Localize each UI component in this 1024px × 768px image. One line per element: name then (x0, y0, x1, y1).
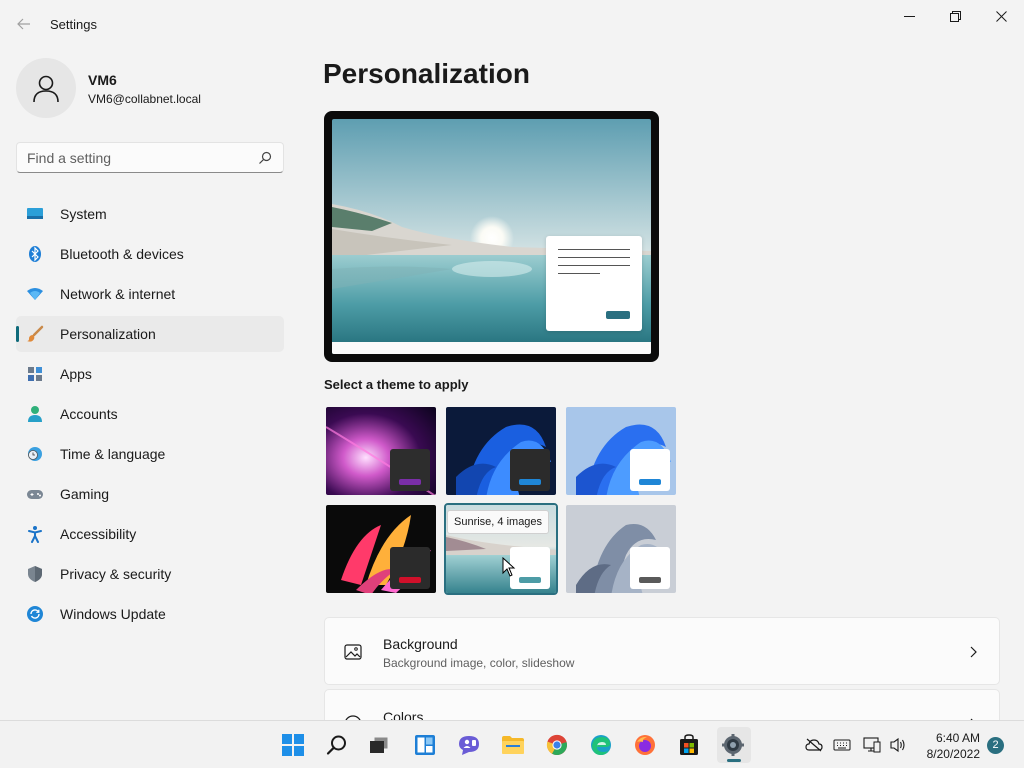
sidebar-item-time-language[interactable]: Time & language (16, 436, 284, 472)
store-button[interactable] (677, 733, 701, 757)
app-title: Settings (50, 17, 97, 32)
accounts-icon (26, 405, 44, 423)
sidebar-item-privacy[interactable]: Privacy & security (16, 556, 284, 592)
user-icon (33, 75, 59, 103)
windows-logo-icon (282, 734, 304, 756)
task-view-button[interactable] (367, 733, 391, 757)
folder-icon (502, 736, 524, 754)
widgets-icon (415, 735, 435, 755)
title-bar: Settings (0, 0, 1024, 48)
chat-icon (459, 736, 479, 755)
card-title: Background (383, 636, 458, 652)
avatar[interactable] (16, 58, 76, 118)
gamepad-icon (26, 485, 44, 503)
taskbar-search-button[interactable] (325, 733, 349, 757)
gear-icon (722, 734, 744, 756)
user-name: VM6 (88, 72, 117, 88)
theme-preview (324, 111, 659, 362)
search-input[interactable] (27, 149, 247, 167)
card-subtitle: Background image, color, slideshow (383, 656, 575, 670)
image-icon (344, 644, 362, 660)
user-email: VM6@collabnet.local (88, 92, 201, 106)
search-icon[interactable] (257, 150, 273, 166)
sidebar-item-label: Time & language (60, 446, 166, 462)
sidebar-item-label: Accessibility (60, 526, 137, 542)
start-button[interactable] (281, 733, 305, 757)
volume-icon[interactable] (888, 735, 908, 755)
taskbar: 6:40 AM 8/20/2022 2 (0, 720, 1024, 768)
firefox-button[interactable] (633, 733, 657, 757)
restore-button[interactable] (932, 0, 978, 32)
sidebar-item-accessibility[interactable]: Accessibility (16, 516, 284, 552)
theme-tile-windows-light[interactable] (564, 405, 678, 497)
back-arrow-icon (17, 18, 30, 30)
notification-badge[interactable]: 2 (987, 737, 1004, 754)
sidebar-item-system[interactable]: System (16, 196, 284, 232)
network-status-icon[interactable] (862, 735, 882, 755)
firefox-icon (635, 735, 655, 755)
sidebar-item-bluetooth[interactable]: Bluetooth & devices (16, 236, 284, 272)
sidebar-item-label: Apps (60, 366, 92, 382)
mouse-cursor-icon (502, 557, 516, 577)
restore-icon (949, 10, 961, 22)
paintbrush-icon (26, 325, 44, 343)
chevron-right-icon (970, 646, 977, 658)
sidebar-item-label: Gaming (60, 486, 110, 502)
edge-button[interactable] (589, 733, 613, 757)
bluetooth-icon (26, 245, 44, 263)
apps-icon (26, 365, 44, 383)
sidebar-item-label: Privacy & security (60, 566, 172, 582)
sidebar-item-windows-update[interactable]: Windows Update (16, 596, 284, 632)
minimize-icon (903, 15, 915, 17)
sidebar-item-label: Personalization (60, 326, 156, 342)
minimize-button[interactable] (886, 0, 932, 32)
chrome-button[interactable] (545, 733, 569, 757)
system-icon (26, 205, 44, 223)
sidebar-nav: System Bluetooth & devices Network & int… (16, 196, 284, 636)
close-button[interactable] (978, 0, 1024, 32)
sidebar-item-label: Network & internet (60, 286, 176, 302)
clock-date: 8/20/2022 (926, 747, 980, 761)
settings-taskbar-button[interactable] (721, 733, 745, 757)
widgets-button[interactable] (413, 733, 437, 757)
sidebar-item-label: System (60, 206, 107, 222)
search-box[interactable] (16, 142, 284, 173)
onedrive-offline-icon[interactable] (804, 735, 824, 755)
sidebar-item-gaming[interactable]: Gaming (16, 476, 284, 512)
network-icon (26, 285, 44, 303)
close-icon (995, 10, 1007, 22)
clock-globe-icon (26, 445, 44, 463)
sidebar-item-apps[interactable]: Apps (16, 356, 284, 392)
theme-tile-windows-dark[interactable] (444, 405, 558, 497)
theme-tile-captured-motion[interactable] (324, 503, 438, 595)
edge-icon (591, 735, 611, 755)
update-icon (26, 605, 44, 623)
page-title: Personalization (323, 58, 530, 89)
taskbar-clock[interactable]: 6:40 AM 8/20/2022 (918, 730, 980, 762)
keyboard-icon[interactable] (832, 735, 852, 755)
sidebar-item-accounts[interactable]: Accounts (16, 396, 284, 432)
task-view-icon (370, 736, 389, 753)
theme-tile-glow[interactable] (324, 405, 438, 497)
sidebar-item-network[interactable]: Network & internet (16, 276, 284, 312)
store-icon (680, 734, 698, 755)
chrome-icon (546, 734, 567, 756)
shield-icon (26, 565, 44, 583)
preview-wallpaper (332, 119, 651, 354)
theme-tile-flow[interactable] (564, 503, 678, 595)
sidebar-item-label: Accounts (60, 406, 118, 422)
theme-tooltip: Sunrise, 4 images (447, 510, 550, 534)
sidebar-item-label: Windows Update (60, 606, 166, 622)
chat-button[interactable] (457, 733, 481, 757)
accessibility-icon (26, 525, 44, 543)
file-explorer-button[interactable] (501, 733, 525, 757)
clock-time: 6:40 AM (935, 731, 980, 745)
sidebar-item-label: Bluetooth & devices (60, 246, 184, 262)
sidebar-item-personalization[interactable]: Personalization (16, 316, 284, 352)
back-button[interactable] (8, 10, 40, 38)
background-card[interactable]: Background Background image, color, slid… (324, 617, 1000, 685)
preview-window-mockup (546, 236, 642, 331)
search-icon (326, 735, 346, 755)
themes-section-label: Select a theme to apply (324, 377, 469, 392)
